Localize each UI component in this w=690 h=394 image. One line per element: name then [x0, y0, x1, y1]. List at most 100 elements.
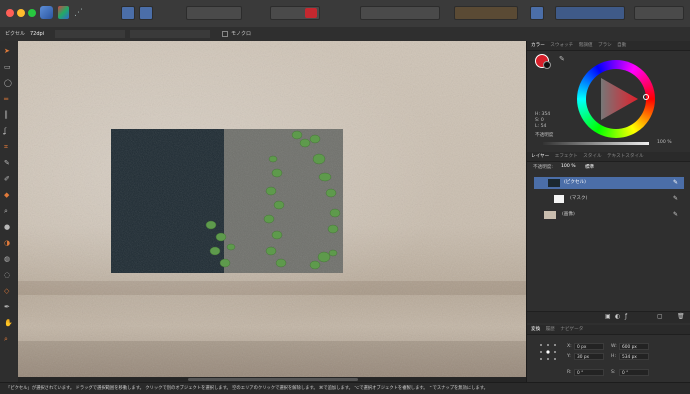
- minimize-window-button[interactable]: [17, 9, 25, 17]
- tab-levels[interactable]: 階調値: [579, 41, 593, 50]
- affinity-photo-icon[interactable]: [40, 6, 53, 19]
- status-bar: 「ピクセル」が選択されています。 ドラッグで選択範囲を移動します。 クリックで別…: [0, 382, 690, 394]
- sharpen-icon[interactable]: ◇: [4, 287, 14, 295]
- scrollbar-thumb[interactable]: [188, 378, 358, 381]
- layer-row-image[interactable]: (画像) ✎: [534, 209, 684, 221]
- layers-panel-tabs: レイヤー エフェクト スタイル テキストスタイル: [527, 152, 690, 162]
- fill-icon[interactable]: ◆: [4, 191, 14, 199]
- close-window-button[interactable]: [6, 9, 14, 17]
- opacity-label: 不透明度: [535, 133, 554, 138]
- selection-icon[interactable]: [186, 6, 242, 20]
- mask-thumbnail: [554, 195, 564, 203]
- width-field[interactable]: 600 px: [619, 343, 649, 350]
- crop-icon[interactable]: ⌗: [4, 143, 14, 151]
- column-marquee-icon[interactable]: ║: [4, 111, 14, 119]
- main-toolbar: ⋰: [0, 0, 690, 28]
- hand-icon[interactable]: ✋: [4, 319, 14, 327]
- tab-swatches[interactable]: スウォッチ: [550, 41, 573, 50]
- hue-handle[interactable]: [643, 94, 649, 100]
- layer-opacity-label: 不透明度:: [533, 165, 553, 170]
- dpi-value[interactable]: 72dpi: [30, 27, 44, 41]
- persona-icon[interactable]: [58, 6, 69, 19]
- edit-layer-icon[interactable]: ✎: [673, 193, 678, 205]
- export-icon[interactable]: [139, 6, 153, 20]
- marquee-tool-icon[interactable]: ▭: [4, 63, 14, 71]
- monochrome-checkbox[interactable]: [222, 31, 228, 37]
- layer-opacity-value[interactable]: 100 %: [561, 164, 576, 169]
- rotation-field[interactable]: 0 °: [574, 369, 604, 376]
- pen-icon[interactable]: ✒: [4, 303, 14, 311]
- opacity-value[interactable]: 100 %: [657, 140, 672, 145]
- x-field[interactable]: 0 px: [574, 343, 604, 350]
- transform-panel-tabs: 変換 履歴 ナビゲータ: [527, 325, 690, 335]
- dodge-icon[interactable]: ●: [4, 223, 14, 231]
- edit-layer-icon[interactable]: ✎: [673, 177, 678, 189]
- tab-color[interactable]: カラー: [531, 41, 545, 50]
- right-panels: カラー スウォッチ 階調値 ブラシ 自動 ✎ H: 354 S: 0 L: 54…: [526, 41, 690, 382]
- tab-text-styles[interactable]: テキストスタイル: [607, 152, 644, 161]
- anchor-point-grid[interactable]: [539, 343, 557, 361]
- tools-panel: ➤ ▭ ◯ ═ ║ ʆ ⌗ ✎ ✐ ◆ ⌕ ● ◑ ◍ ◌ ◇ ✒ ✋ ⌕: [0, 41, 19, 382]
- brush-icon[interactable]: ✎: [4, 159, 14, 167]
- edit-layer-icon[interactable]: ✎: [673, 209, 678, 221]
- opacity-slider[interactable]: [543, 142, 649, 145]
- tab-styles[interactable]: スタイル: [583, 152, 601, 161]
- tab-navigator[interactable]: ナビゲータ: [560, 325, 583, 334]
- secondary-color-swatch[interactable]: [543, 61, 551, 69]
- align-left-icon[interactable]: [530, 6, 544, 20]
- layer-name: (画像): [562, 212, 575, 217]
- row-marquee-icon[interactable]: ═: [4, 95, 14, 103]
- tab-effects[interactable]: エフェクト: [555, 152, 578, 161]
- layer-mask-icon[interactable]: ▣: [605, 313, 611, 320]
- context-toolbar: ピクセル 72dpi モノクロ: [0, 27, 690, 42]
- shear-field[interactable]: 0 °: [619, 369, 649, 376]
- picker-icon[interactable]: ✎: [559, 55, 565, 63]
- layer-name: (ピクセル): [564, 180, 586, 185]
- distribute-icon[interactable]: [555, 6, 625, 20]
- color-triangle[interactable]: [591, 74, 641, 124]
- layer-row-pixel[interactable]: (ピクセル) ✎: [534, 177, 684, 189]
- view-icon[interactable]: [634, 6, 684, 20]
- tab-brushes[interactable]: ブラシ: [598, 41, 612, 50]
- layer-name: (マスク): [570, 196, 588, 201]
- tab-transform[interactable]: 変換: [531, 325, 540, 334]
- sponge-icon[interactable]: ◍: [4, 255, 14, 263]
- zoom-window-button[interactable]: [28, 9, 36, 17]
- paint-icon[interactable]: ✐: [4, 175, 14, 183]
- tab-history[interactable]: 履歴: [546, 325, 555, 334]
- add-layer-icon[interactable]: ▢: [657, 313, 663, 320]
- layers-footer: ▣ ◐ ƒ ▢ 🗑: [527, 311, 690, 323]
- transform-options[interactable]: [55, 30, 125, 38]
- zoom-out-icon[interactable]: ⌕: [4, 335, 14, 343]
- layer-row-mask[interactable]: (マスク) ✎: [534, 193, 684, 205]
- tab-auto[interactable]: 自動: [617, 41, 626, 50]
- alignment-options[interactable]: [130, 30, 210, 38]
- placed-image[interactable]: [111, 129, 343, 273]
- image-thumbnail: [544, 211, 556, 219]
- document-canvas[interactable]: [18, 41, 526, 377]
- delete-layer-icon[interactable]: 🗑: [677, 313, 685, 320]
- align-icon[interactable]: [360, 6, 440, 20]
- fx-icon[interactable]: ƒ: [625, 313, 627, 320]
- adjustment-icon[interactable]: ◐: [615, 313, 620, 320]
- move-tool-icon[interactable]: ➤: [4, 47, 14, 55]
- blur-icon[interactable]: ◌: [4, 271, 14, 279]
- lasso-icon[interactable]: ʆ: [4, 127, 14, 135]
- monochrome-label: モノクロ: [231, 31, 252, 37]
- color-panel-tabs: カラー スウォッチ 階調値 ブラシ 自動: [527, 41, 690, 51]
- share-icon[interactable]: ⋰: [74, 8, 83, 18]
- blend-mode-select[interactable]: 標準: [585, 164, 594, 170]
- y-field[interactable]: 30 px: [574, 353, 604, 360]
- burn-icon[interactable]: ◑: [4, 239, 14, 247]
- tab-layers[interactable]: レイヤー: [531, 152, 549, 161]
- ellipse-marquee-icon[interactable]: ◯: [4, 79, 14, 87]
- height-field[interactable]: 534 px: [619, 353, 649, 360]
- develop-icon[interactable]: [121, 6, 135, 20]
- arrange-icon[interactable]: [454, 6, 518, 20]
- color-wheel[interactable]: [577, 60, 655, 138]
- saturation-readout: S: 0: [535, 118, 544, 123]
- zoom-icon[interactable]: ⌕: [4, 207, 14, 215]
- snap-icon[interactable]: [305, 8, 317, 18]
- layer-thumbnail: [548, 179, 560, 187]
- lightness-readout: L: 54: [535, 124, 547, 129]
